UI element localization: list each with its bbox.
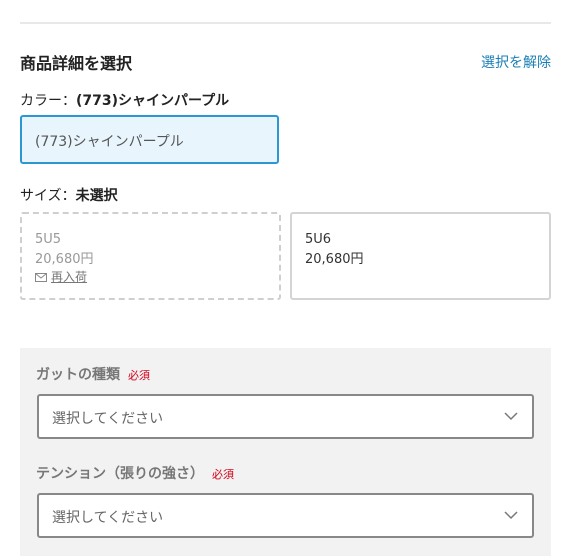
chevron-down-icon — [504, 412, 518, 421]
size-option-5u5[interactable]: 5U5 20,680円 再入荷 — [20, 212, 281, 300]
tension-label-text: テンション（張りの強さ） — [36, 466, 204, 482]
gut-type-placeholder: 選択してください — [52, 411, 164, 427]
top-divider — [20, 22, 551, 24]
gut-type-select[interactable]: 選択してください — [37, 394, 534, 439]
restock-label: 再入荷 — [51, 270, 88, 284]
mail-icon — [35, 272, 47, 282]
options-panel: ガットの種類 必須 選択してください テンション（張りの強さ） 必須 選択してくださ… — [20, 348, 551, 556]
size-label-prefix: サイズ： — [20, 188, 76, 204]
size-selected-value: 未選択 — [75, 188, 118, 204]
chevron-down-icon — [504, 511, 518, 520]
gut-type-label: ガットの種類 必須 — [36, 364, 150, 384]
restock-link[interactable]: 再入荷 — [35, 270, 279, 284]
color-option-773[interactable]: (773)シャインパープル — [20, 115, 279, 164]
tension-label: テンション（張りの強さ） 必須 — [36, 463, 234, 483]
tension-select[interactable]: 選択してください — [37, 493, 534, 538]
tension-placeholder: 選択してください — [52, 510, 164, 526]
section-title: 商品詳細を選択 — [20, 54, 133, 73]
color-label: カラー：(773)シャインパープル — [20, 90, 229, 110]
size-option-price: 20,680円 — [305, 252, 364, 267]
color-selected-value: (773)シャインパープル — [76, 93, 230, 109]
gut-type-label-text: ガットの種類 — [36, 367, 120, 383]
size-label: サイズ：未選択 — [20, 185, 118, 205]
clear-selection-link[interactable]: 選択を解除 — [481, 52, 551, 72]
color-label-prefix: カラー： — [20, 93, 76, 109]
size-option-name: 5U5 — [35, 232, 62, 247]
required-badge: 必須 — [128, 369, 150, 382]
size-option-price: 20,680円 — [35, 252, 94, 267]
color-option-label: (773)シャインパープル — [35, 134, 184, 150]
size-option-name: 5U6 — [305, 232, 332, 247]
size-option-5u6[interactable]: 5U6 20,680円 — [290, 212, 551, 300]
required-badge: 必須 — [212, 468, 234, 481]
